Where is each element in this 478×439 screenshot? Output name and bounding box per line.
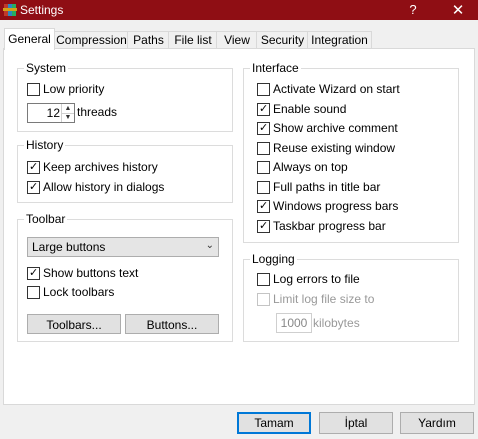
interface-option-label: Activate Wizard on start <box>273 82 400 96</box>
checkbox-box <box>27 83 40 96</box>
checkbox-box: ✓ <box>27 181 40 194</box>
interface-option-label: Windows progress bars <box>273 199 399 213</box>
interface-option-label: Taskbar progress bar <box>273 219 386 233</box>
threads-spinner[interactable]: 12 ▲ ▼ <box>27 103 75 123</box>
checkbox-box: ✓ <box>257 200 270 213</box>
checkmark-icon: ✓ <box>259 220 269 232</box>
toolbars-button[interactable]: Toolbars... <box>27 314 121 334</box>
tab-compression[interactable]: Compression <box>54 31 129 49</box>
interface-option-label: Full paths in title bar <box>273 180 381 194</box>
winrar-app-icon <box>3 4 17 16</box>
interface-option-label: Enable sound <box>273 102 347 116</box>
spin-down-icon[interactable]: ▼ <box>62 113 74 122</box>
tab-security[interactable]: Security <box>256 31 309 49</box>
checkmark-icon: ✓ <box>259 122 269 134</box>
tab-view[interactable]: View <box>216 31 258 49</box>
checkbox-box: ✓ <box>27 161 40 174</box>
checkbox-box <box>257 273 270 286</box>
window-title: Settings <box>20 3 64 17</box>
history-legend: History <box>24 138 66 152</box>
checkbox-box <box>257 293 270 306</box>
tab-integration[interactable]: Integration <box>307 31 372 49</box>
system-legend: System <box>24 61 69 75</box>
threads-label: threads <box>77 105 118 119</box>
checkbox-box: ✓ <box>257 220 270 233</box>
title-bar: Settings ? ✕ <box>0 0 478 20</box>
chevron-down-icon: ⌄ <box>205 240 214 251</box>
checkbox-box: ✓ <box>257 122 270 135</box>
help-icon[interactable]: ? <box>406 2 420 17</box>
close-icon[interactable]: ✕ <box>448 1 468 19</box>
checkmark-icon: ✓ <box>29 181 39 193</box>
toolbar-style-value: Large buttons <box>32 240 106 254</box>
toolbar-style-select[interactable]: Large buttons ⌄ <box>27 237 219 257</box>
low-priority-label: Low priority <box>43 82 105 96</box>
ok-button[interactable]: Tamam <box>237 412 311 434</box>
cancel-button[interactable]: İptal <box>319 412 393 434</box>
toolbar-legend: Toolbar <box>24 212 68 226</box>
logging-legend: Logging <box>250 252 297 266</box>
threads-value[interactable]: 12 <box>28 104 60 122</box>
tab-paths[interactable]: Paths <box>127 31 170 49</box>
checkmark-icon: ✓ <box>259 200 269 212</box>
checkbox-box: ✓ <box>27 267 40 280</box>
interface-option-label: Always on top <box>273 160 348 174</box>
log-size-unit: kilobytes <box>313 316 360 330</box>
checkmark-icon: ✓ <box>29 267 39 279</box>
show-buttons-text-label: Show buttons text <box>43 266 139 280</box>
checkbox-box: ✓ <box>257 103 270 116</box>
limit-log-size-label: Limit log file size to <box>273 292 375 306</box>
allow-history-label: Allow history in dialogs <box>43 180 165 194</box>
history-group: History <box>17 138 233 203</box>
tab-general[interactable]: General <box>4 28 55 50</box>
checkbox-box <box>257 142 270 155</box>
checkbox-box <box>257 181 270 194</box>
lock-toolbars-label: Lock toolbars <box>43 285 115 299</box>
buttons-button[interactable]: Buttons... <box>125 314 219 334</box>
interface-option-label: Reuse existing window <box>273 141 396 155</box>
interface-legend: Interface <box>250 61 301 75</box>
checkbox-box <box>257 83 270 96</box>
log-size-input[interactable]: 1000 <box>276 313 312 333</box>
interface-option-label: Show archive comment <box>273 121 398 135</box>
help-button[interactable]: Yardım <box>400 412 474 434</box>
tab-file-list[interactable]: File list <box>168 31 218 49</box>
checkbox-box <box>257 161 270 174</box>
log-errors-label: Log errors to file <box>273 272 360 286</box>
checkmark-icon: ✓ <box>259 103 269 115</box>
keep-history-label: Keep archives history <box>43 160 158 174</box>
checkmark-icon: ✓ <box>29 161 39 173</box>
checkbox-box <box>27 286 40 299</box>
